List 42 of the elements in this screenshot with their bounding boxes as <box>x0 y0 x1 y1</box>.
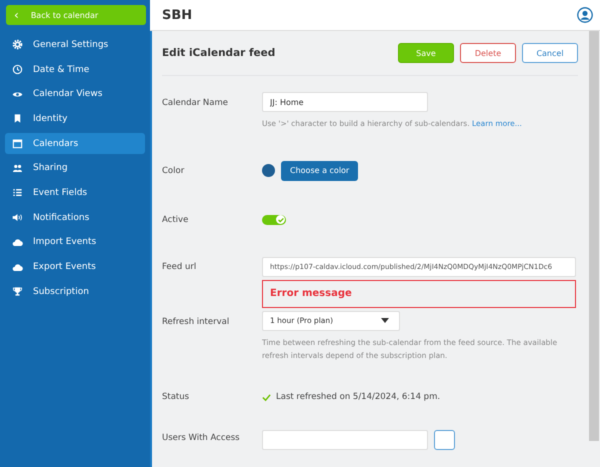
sidebar-item[interactable]: General Settings <box>5 34 145 56</box>
field-label: Color <box>162 166 186 176</box>
users-icon <box>12 162 23 174</box>
sidebar-item[interactable]: Identity <box>5 108 145 130</box>
users-with-access-field[interactable] <box>262 430 428 450</box>
error-message: Error message <box>262 280 576 308</box>
sidebar-item[interactable]: Sharing <box>5 157 145 180</box>
field-label: Status <box>162 392 190 402</box>
field-label: Feed url <box>162 262 198 274</box>
sidebar-item[interactable]: Import Events <box>5 232 145 254</box>
sidebar-item[interactable]: Notifications <box>5 206 145 228</box>
trophy-icon <box>12 286 23 298</box>
gear-icon <box>12 39 23 50</box>
field-label: Refresh interval <box>162 316 230 329</box>
scrollbar[interactable] <box>589 31 599 441</box>
choose-color-button[interactable]: Choose a color <box>281 160 358 181</box>
status-text: Last refreshed on 5/14/2024, 6:14 pm. <box>276 392 440 402</box>
sidebar-item[interactable]: Date & Time <box>5 58 145 80</box>
form-title: Edit iCalendar feed <box>162 47 276 59</box>
calendar-icon <box>12 138 23 150</box>
sidebar-item[interactable]: Export Events <box>5 256 145 278</box>
cloud-icon <box>12 236 23 248</box>
speaker-icon <box>12 212 23 224</box>
bookmark-icon <box>12 113 23 124</box>
clock-icon <box>12 64 23 76</box>
sidebar-item[interactable]: Calendars <box>5 132 145 154</box>
field-label: Calendar Name <box>162 98 229 110</box>
secondary-button[interactable]: Cancel <box>522 43 578 63</box>
field-label: Active <box>162 214 190 225</box>
field-label: Users With Access <box>162 433 241 445</box>
list-icon <box>12 187 23 198</box>
check-icon <box>276 216 284 224</box>
sidebar-item[interactable]: Event Fields <box>5 182 145 204</box>
danger-button[interactable]: Delete <box>460 43 516 63</box>
active-toggle[interactable] <box>262 214 286 225</box>
sidebar-item[interactable]: Subscription <box>5 280 145 303</box>
cloud-icon <box>12 262 23 273</box>
add-button[interactable] <box>434 430 455 450</box>
user-avatar-icon[interactable] <box>577 7 593 23</box>
caret-icon <box>381 318 389 324</box>
header-title: SBH <box>162 8 192 22</box>
sidebar-item[interactable]: Calendar Views <box>5 83 145 106</box>
